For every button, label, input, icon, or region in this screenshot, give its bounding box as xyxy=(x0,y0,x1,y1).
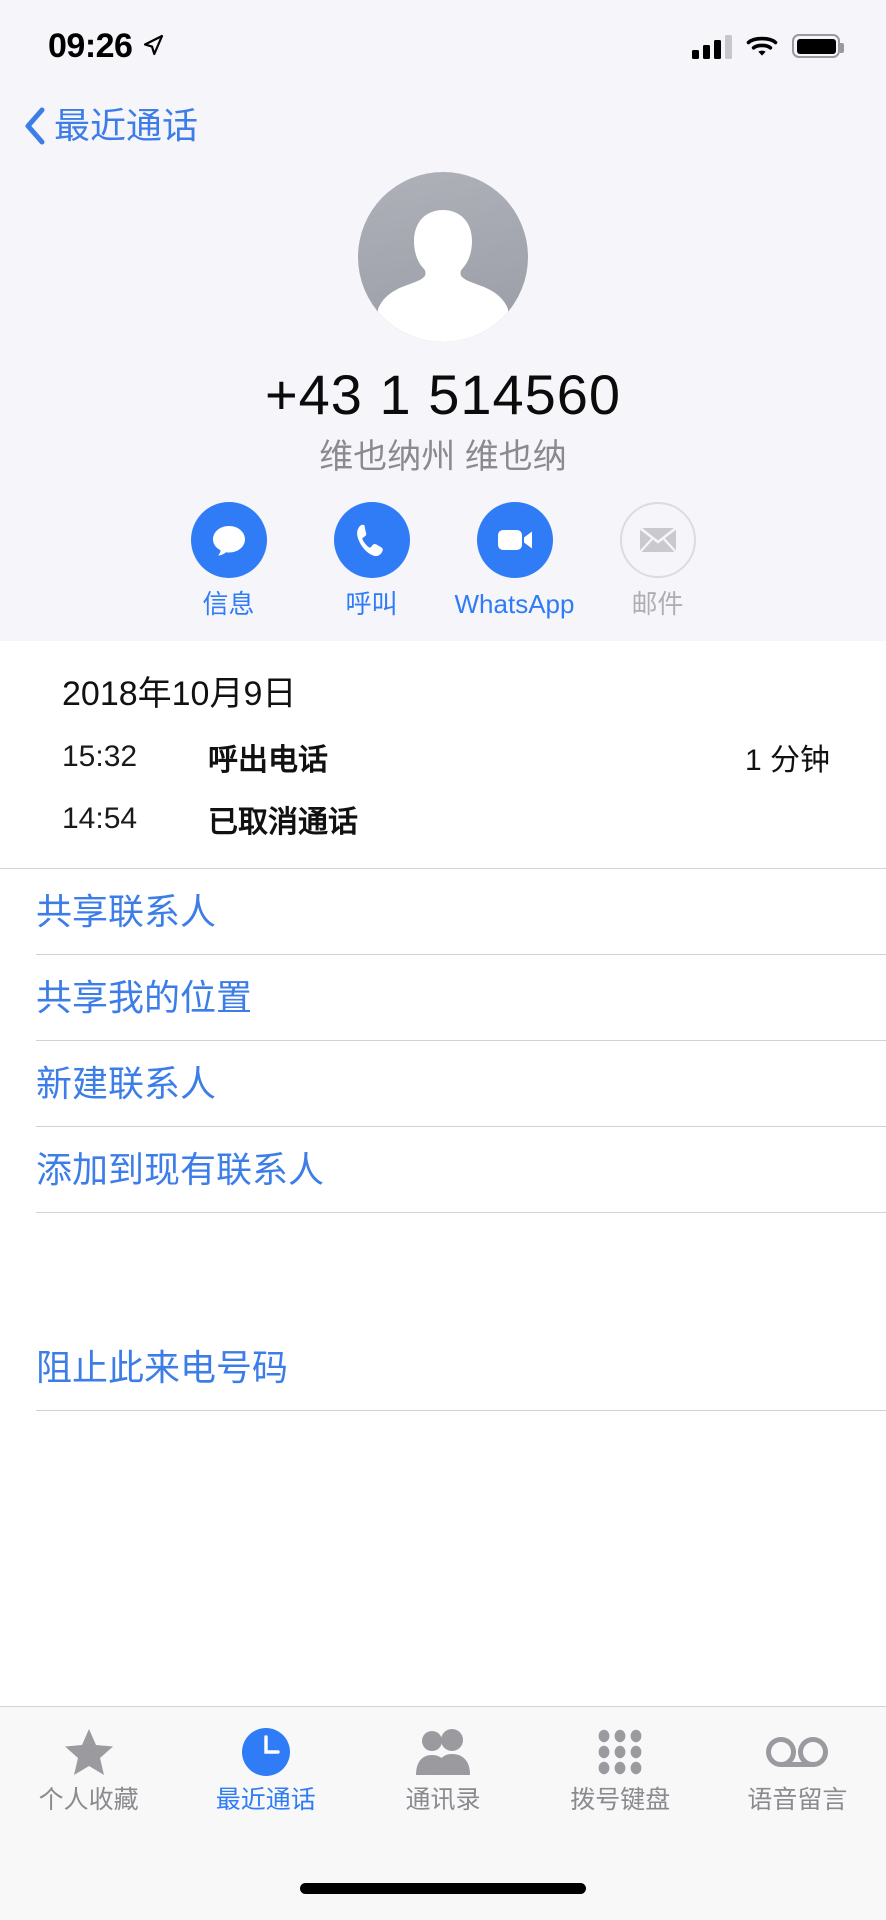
list-item-add-existing-contact[interactable]: 添加到现有联系人 xyxy=(0,1127,886,1212)
keypad-dots-icon xyxy=(595,1723,645,1781)
star-icon xyxy=(63,1723,115,1781)
call-duration: 1 分钟 xyxy=(744,744,830,778)
phone-handset-icon xyxy=(356,524,383,557)
message-bubble-icon xyxy=(212,526,245,556)
list-item-label: 添加到现有联系人 xyxy=(36,1149,325,1191)
list-separator xyxy=(36,1410,886,1412)
phone-screen: 09:26 最近通话 +43 1 514560 维也纳州 维也纳 信息 呼叫 W… xyxy=(0,0,886,1920)
avatar-container xyxy=(0,172,886,342)
tab-label-voicemail: 语音留言 xyxy=(747,1786,848,1814)
action-label-message: 信息 xyxy=(202,589,255,620)
home-indicator-zone xyxy=(0,1856,886,1920)
tab-favorites[interactable]: 个人收藏 xyxy=(0,1723,177,1856)
battery-icon xyxy=(792,34,844,58)
tab-label-favorites: 个人收藏 xyxy=(38,1786,139,1814)
call-button-circle xyxy=(333,502,410,579)
call-history-row: 14:54 已取消通话 xyxy=(0,788,886,850)
action-button-mail[interactable]: 邮件 xyxy=(586,502,729,619)
wifi-icon xyxy=(746,36,778,56)
action-list: 共享联系人 共享我的位置 新建联系人 添加到现有联系人 阻止此来电号码 xyxy=(0,868,886,1706)
person-placeholder-icon xyxy=(378,210,508,342)
contact-location: 维也纳州 维也纳 xyxy=(319,437,567,476)
status-bar-left: 09:26 xyxy=(48,29,164,63)
home-indicator-bar[interactable] xyxy=(300,1882,586,1894)
whatsapp-button-circle xyxy=(476,502,553,579)
list-item-block-caller[interactable]: 阻止此来电号码 xyxy=(0,1325,886,1410)
list-item-label: 新建联系人 xyxy=(36,1063,217,1105)
action-label-mail: 邮件 xyxy=(631,589,684,620)
contacts-people-icon xyxy=(414,1723,472,1781)
mail-button-circle xyxy=(619,502,696,579)
avatar xyxy=(358,172,528,342)
call-type: 已取消通话 xyxy=(208,806,358,840)
tab-label-contacts: 通讯录 xyxy=(405,1786,481,1814)
action-label-whatsapp: WhatsApp xyxy=(454,589,575,620)
list-gap xyxy=(0,1213,886,1325)
list-item-share-location[interactable]: 共享我的位置 xyxy=(0,955,886,1040)
cellular-signal-icon xyxy=(692,33,732,59)
tab-label-keypad: 拨号键盘 xyxy=(570,1786,671,1814)
message-button-circle xyxy=(190,502,267,579)
action-button-whatsapp[interactable]: WhatsApp xyxy=(443,502,586,619)
tab-label-recents: 最近通话 xyxy=(215,1786,316,1814)
list-item-new-contact[interactable]: 新建联系人 xyxy=(0,1041,886,1126)
tab-recents[interactable]: 最近通话 xyxy=(177,1723,354,1856)
status-bar: 09:26 xyxy=(0,0,886,92)
action-buttons-row: 信息 呼叫 WhatsApp 邮件 xyxy=(0,502,886,619)
list-item-label: 阻止此来电号码 xyxy=(36,1347,289,1389)
call-time: 15:32 xyxy=(62,740,138,774)
action-label-call: 呼叫 xyxy=(345,589,398,620)
action-button-message[interactable]: 信息 xyxy=(157,502,300,619)
tab-bar: 个人收藏 最近通话 通讯录 拨号键盘 语音留言 xyxy=(0,1706,886,1856)
list-item-label: 共享联系人 xyxy=(36,891,217,933)
chevron-left-icon xyxy=(25,107,45,145)
call-type: 呼出电话 xyxy=(208,744,328,778)
status-bar-right xyxy=(692,33,844,59)
tab-keypad[interactable]: 拨号键盘 xyxy=(532,1723,709,1856)
location-arrow-icon xyxy=(144,34,164,56)
status-bar-clock: 09:26 xyxy=(48,27,133,65)
call-history-row: 15:32 呼出电话 1 分钟 xyxy=(0,726,886,788)
back-button-label: 最近通话 xyxy=(54,105,199,146)
video-camera-icon xyxy=(497,530,532,551)
back-button[interactable]: 最近通话 xyxy=(0,92,198,152)
call-time: 14:54 xyxy=(62,802,138,836)
call-history-date: 2018年10月9日 xyxy=(62,674,297,713)
list-item-label: 共享我的位置 xyxy=(36,977,253,1019)
contact-header: 最近通话 +43 1 514560 维也纳州 维也纳 信息 呼叫 WhatsAp… xyxy=(0,92,886,641)
action-button-call[interactable]: 呼叫 xyxy=(300,502,443,619)
envelope-icon xyxy=(638,527,677,553)
clock-icon xyxy=(240,1723,292,1781)
list-item-share-contact[interactable]: 共享联系人 xyxy=(0,869,886,954)
voicemail-icon xyxy=(766,1723,829,1781)
tab-contacts[interactable]: 通讯录 xyxy=(354,1723,531,1856)
phone-number: +43 1 514560 xyxy=(264,363,622,426)
call-history-section: 2018年10月9日 15:32 呼出电话 1 分钟 14:54 已取消通话 xyxy=(0,640,886,869)
tab-voicemail[interactable]: 语音留言 xyxy=(709,1723,886,1856)
